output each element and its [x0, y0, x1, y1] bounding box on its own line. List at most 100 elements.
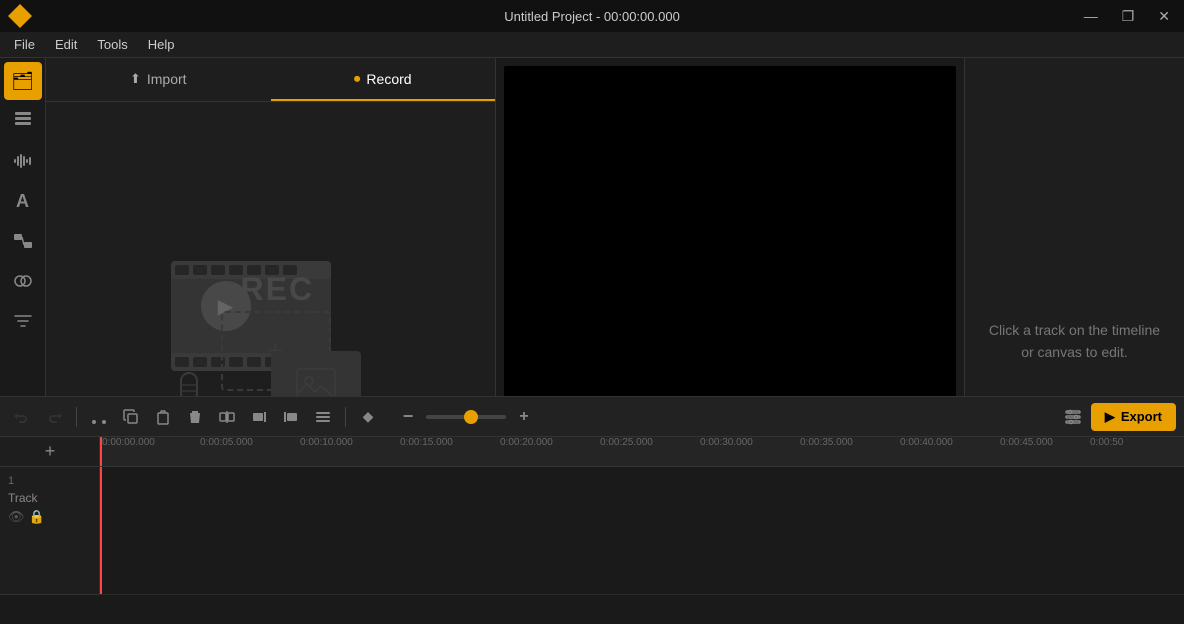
marker-icon: ◆ [363, 408, 374, 425]
redo-button[interactable] [40, 403, 68, 431]
folder-icon: 🗂 [11, 71, 34, 92]
split-button[interactable] [213, 403, 241, 431]
filters-icon [13, 311, 33, 331]
track-number: 1 [8, 475, 91, 487]
undo-icon [14, 409, 30, 425]
settings-icon [1064, 408, 1082, 426]
overlays-icon [13, 271, 33, 291]
delete-button[interactable] [181, 403, 209, 431]
zoom-slider[interactable] [426, 415, 506, 419]
transitions-icon [13, 231, 33, 251]
menu-help[interactable]: Help [138, 35, 185, 54]
trim-start-button[interactable] [245, 403, 273, 431]
split-icon [219, 409, 235, 425]
track-label-row: 1 Track 👁 🔒 [0, 467, 99, 595]
marker-button[interactable]: ◆ [354, 403, 382, 431]
timeline-ruler: 0:00:00.000 0:00:05.000 0:00:10.000 0:00… [100, 437, 1184, 467]
import-icon: ⬆ [130, 71, 141, 87]
track-visibility-button[interactable]: 👁 [8, 509, 25, 525]
track-label-item: 1 Track 👁 🔒 [0, 467, 99, 595]
toolbar-separator [76, 407, 77, 427]
track-row [100, 467, 1184, 595]
add-track-icon: + [45, 441, 56, 462]
copy-button[interactable] [117, 403, 145, 431]
window-controls: — ❐ ✕ [1078, 6, 1176, 27]
film-hole [193, 265, 207, 275]
sidebar-item-audio[interactable] [4, 142, 42, 180]
timeline-toolbar: ◆ − + ▶ Export [0, 397, 1184, 437]
export-button[interactable]: ▶ Export [1091, 403, 1176, 431]
sidebar-item-overlays[interactable] [4, 262, 42, 300]
export-label: Export [1121, 409, 1162, 424]
maximize-button[interactable]: ❐ [1116, 6, 1141, 27]
add-track-button[interactable]: + [0, 437, 100, 467]
layers-icon [13, 111, 33, 131]
ruler-mark-30: 0:00:30.000 [700, 437, 753, 448]
playhead [100, 437, 102, 466]
properties-hint: Click a track on the timeline or canvas … [981, 319, 1168, 364]
menubar: File Edit Tools Help [0, 32, 1184, 58]
redo-icon [46, 409, 62, 425]
record-dot-icon: ⏺ [354, 71, 361, 87]
minimize-button[interactable]: — [1078, 6, 1104, 26]
more-options-button[interactable] [309, 403, 337, 431]
zoom-controls: − + [394, 403, 538, 431]
film-hole [193, 357, 207, 367]
tab-import[interactable]: ⬆ Import [46, 58, 271, 101]
export-icon: ▶ [1105, 409, 1115, 425]
import-tab-label: Import [147, 71, 187, 87]
track-icons: 👁 🔒 [8, 509, 91, 525]
ruler-mark-10: 0:00:10.000 [300, 437, 353, 448]
delete-icon [187, 409, 203, 425]
film-hole [211, 265, 225, 275]
cut-icon [91, 409, 107, 425]
sidebar-item-text[interactable]: A [4, 182, 42, 220]
track-name: Track [8, 491, 91, 505]
trim-start-icon [251, 409, 267, 425]
track-content [100, 467, 1184, 595]
trim-end-icon [283, 409, 299, 425]
trim-end-button[interactable] [277, 403, 305, 431]
more-icon [315, 409, 331, 425]
track-labels: + 1 Track 👁 🔒 [0, 437, 100, 595]
paste-icon [155, 409, 171, 425]
zoom-in-icon: + [519, 408, 528, 426]
sidebar-item-transitions[interactable] [4, 222, 42, 260]
text-icon: A [16, 191, 29, 212]
window-title: Untitled Project - 00:00:00.000 [504, 9, 680, 24]
record-tab-label: Record [366, 71, 411, 87]
film-hole [175, 265, 189, 275]
undo-button[interactable] [8, 403, 36, 431]
sidebar-item-filters[interactable] [4, 302, 42, 340]
track-content-area: 0:00:00.000 0:00:05.000 0:00:10.000 0:00… [100, 437, 1184, 595]
ruler-content: 0:00:00.000 0:00:05.000 0:00:10.000 0:00… [100, 437, 1184, 466]
timeline-tracks: + 1 Track 👁 🔒 0:00:00. [0, 437, 1184, 595]
menu-file[interactable]: File [4, 35, 45, 54]
tab-record[interactable]: ⏺ Record [271, 58, 496, 101]
zoom-out-button[interactable]: − [394, 403, 422, 431]
cut-button[interactable] [85, 403, 113, 431]
ruler-mark-45: 0:00:45.000 [1000, 437, 1053, 448]
sidebar-item-effects[interactable] [4, 102, 42, 140]
ruler-mark-40: 0:00:40.000 [900, 437, 953, 448]
ruler-mark-15: 0:00:15.000 [400, 437, 453, 448]
track-lock-button[interactable]: 🔒 [29, 509, 45, 525]
sidebar-item-media[interactable]: 🗂 [4, 62, 42, 100]
ruler-mark-0: 0:00:00.000 [102, 437, 155, 448]
menu-edit[interactable]: Edit [45, 35, 87, 54]
copy-icon [123, 409, 139, 425]
timeline-section: ◆ − + ▶ Export [0, 396, 1184, 624]
ruler-mark-25: 0:00:25.000 [600, 437, 653, 448]
app-logo [8, 4, 32, 28]
ruler-mark-50: 0:00:50 [1090, 437, 1123, 448]
menu-tools[interactable]: Tools [87, 35, 137, 54]
settings-button[interactable] [1059, 403, 1087, 431]
ruler-mark-35: 0:00:35.000 [800, 437, 853, 448]
ruler-mark-20: 0:00:20.000 [500, 437, 553, 448]
paste-button[interactable] [149, 403, 177, 431]
close-button[interactable]: ✕ [1152, 6, 1176, 27]
zoom-in-button[interactable]: + [510, 403, 538, 431]
rec-badge: REC [241, 271, 315, 308]
zoom-thumb [464, 410, 478, 424]
ruler-mark-5: 0:00:05.000 [200, 437, 253, 448]
